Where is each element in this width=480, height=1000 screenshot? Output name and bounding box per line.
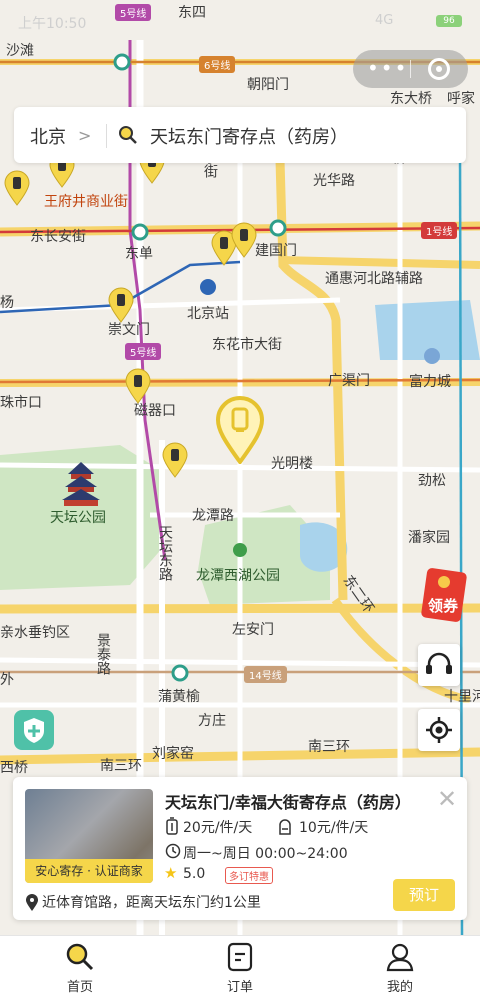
map-label: 外 [0, 672, 14, 688]
headset-icon [426, 652, 452, 674]
tab-orders[interactable]: 订单 [200, 936, 280, 1000]
map-label: 劲松 [418, 473, 446, 489]
map-label: 广渠门 [328, 373, 370, 389]
battery-icon: 96 [436, 15, 462, 27]
map-label: 呼家 [447, 91, 475, 107]
temple-of-heaven-icon [62, 462, 100, 506]
map-label: 龙潭西湖公园 [196, 568, 280, 584]
store-address: 近体育馆路，距离天坛东门约1公里 [42, 895, 261, 911]
map-label: 富力城 [409, 374, 451, 390]
clock-icon [165, 843, 181, 859]
close-miniprogram-icon[interactable] [428, 58, 450, 80]
map-label: 方庄 [198, 713, 226, 729]
storage-pin-icon[interactable] [161, 442, 189, 478]
status-time: 上午10:50 [18, 16, 87, 32]
shield-icon [24, 718, 44, 743]
customer-service-button[interactable] [418, 644, 460, 686]
locate-icon [426, 717, 452, 743]
map-label: 左安门 [232, 622, 274, 638]
line-badge: 5号线 [125, 343, 162, 360]
tab-profile[interactable]: 我的 [360, 936, 440, 1000]
map-label: 南三环 [308, 739, 350, 755]
line-badge: 14号线 [244, 666, 287, 683]
safety-button[interactable] [14, 710, 54, 750]
certified-badge: 安心寄存 · 认证商家 [25, 859, 153, 883]
map-label: 珠市口 [0, 395, 42, 411]
map-label: 通惠河北路辅路 [325, 271, 423, 287]
map-label: 十里河 [444, 689, 480, 705]
map-label: 王府井商业街 [44, 194, 128, 210]
map-label: 光华路 [313, 173, 355, 189]
map-label: 刘家窑 [152, 746, 194, 762]
coupon-button[interactable]: 领券 [420, 568, 472, 624]
book-button[interactable]: 预订 [393, 879, 455, 911]
backpack-icon [279, 819, 291, 835]
storage-pin-icon[interactable] [230, 222, 258, 258]
chevron-right-icon[interactable]: > [78, 126, 91, 145]
store-title: 天坛东门/幸福大街寄存点（药房） [165, 793, 411, 812]
coupon-label: 领券 [428, 597, 459, 615]
tab-bar: 首页 订单 我的 [0, 935, 480, 1000]
tab-label: 我的 [386, 980, 413, 995]
opening-hours: 周一~周日 00:00~24:00 [183, 846, 348, 862]
map-label: 东长安街 [30, 229, 86, 245]
map-label: 沙滩 [6, 43, 34, 59]
map-label: 天坛东路 [157, 525, 173, 581]
map-label: 龙潭路 [192, 508, 234, 524]
luggage-icon [166, 817, 178, 835]
storage-pin-icon[interactable] [124, 368, 152, 404]
location-pin-icon [26, 894, 38, 911]
map-label: 建国门 [255, 243, 297, 259]
search-bar[interactable]: 北京 > 天坛东门寄存点（药房） [14, 107, 466, 163]
map-label: 东单 [125, 246, 153, 262]
search-query[interactable]: 天坛东门寄存点（药房） [150, 123, 348, 149]
capsule-divider [410, 60, 411, 78]
price-luggage: 20元/件/天 [183, 820, 253, 836]
map-label: 潘家园 [408, 530, 450, 546]
map-label: 南三环 [100, 758, 142, 774]
map-label: 北京站 [187, 306, 229, 322]
selected-storage-pin-icon[interactable] [214, 396, 266, 464]
network-indicator: 4G [375, 13, 394, 28]
map-label: 西桥 [0, 760, 28, 776]
user-icon [386, 943, 414, 972]
star-icon: ★ [164, 864, 178, 882]
map-label: 光明楼 [271, 456, 313, 472]
map-label: 天坛公园 [50, 510, 106, 526]
status-bar: 上午10:50 4G 96 [0, 0, 480, 40]
store-card[interactable]: 安心寄存 · 认证商家 天坛东门/幸福大街寄存点（药房） ✕ 20元/件/天 1… [13, 777, 467, 920]
order-icon [227, 942, 253, 972]
miniprogram-capsule: ••• [353, 50, 468, 88]
locate-button[interactable] [418, 709, 460, 751]
map-label: 东花市大街 [212, 337, 282, 353]
tab-home[interactable]: 首页 [40, 936, 120, 1000]
price-bag: 10元/件/天 [299, 820, 369, 836]
map-label: 景泰路 [95, 633, 111, 675]
deal-tag: 多订特惠 [225, 867, 273, 884]
search-icon [66, 943, 94, 971]
map-label: 蒲黄榆 [158, 689, 200, 705]
tab-label: 首页 [66, 980, 93, 995]
map-label: 东大桥 [390, 91, 432, 107]
map-label: 杨 [0, 295, 14, 311]
city-selector[interactable]: 北京 [30, 123, 66, 149]
line-badge: 6号线 [199, 56, 236, 73]
close-icon[interactable]: ✕ [437, 785, 457, 813]
map-label: 朝阳门 [247, 77, 289, 93]
line-badge: 1号线 [421, 222, 458, 239]
storage-pin-icon[interactable] [3, 170, 31, 206]
search-icon [119, 126, 137, 144]
map-label: 亲水垂钓区 [0, 625, 70, 641]
more-menu-icon[interactable]: ••• [367, 56, 408, 80]
storage-pin-icon[interactable] [107, 287, 135, 323]
search-divider [106, 124, 107, 148]
rating-value: 5.0 [183, 866, 206, 882]
tab-label: 订单 [226, 980, 253, 995]
